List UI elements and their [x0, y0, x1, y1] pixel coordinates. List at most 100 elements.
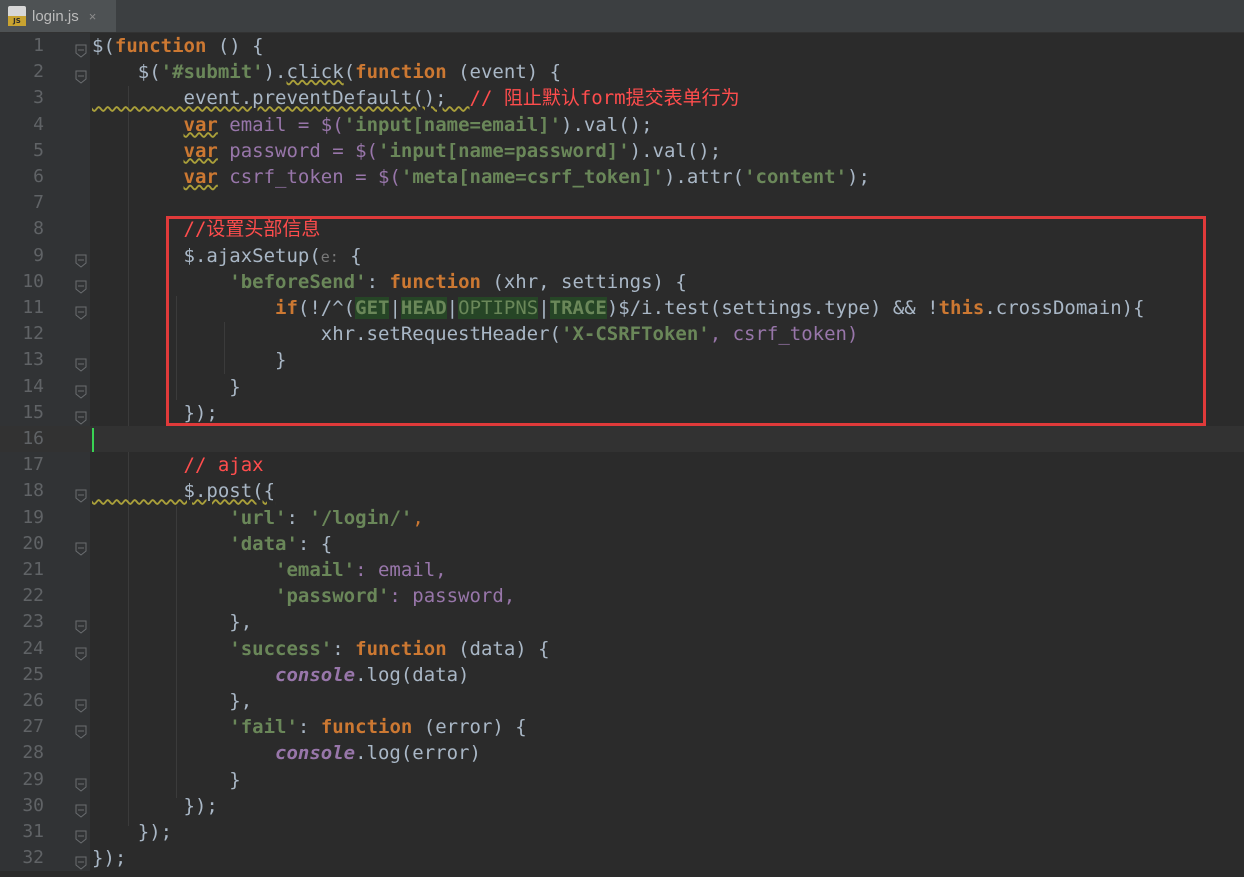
code-text: } [92, 347, 286, 373]
code-line[interactable]: 25 console.log(data) [0, 662, 1244, 688]
code-text: }, [92, 609, 252, 635]
code-token: console [275, 742, 356, 765]
code-token: }, [92, 611, 253, 634]
code-line[interactable]: 16 [0, 426, 1244, 452]
fold-marker-icon[interactable] [75, 249, 87, 268]
code-token: function [355, 637, 447, 660]
code-token: '/login/' [309, 506, 413, 529]
code-token: (error) { [412, 716, 527, 739]
line-number: 6 [33, 166, 44, 187]
code-line[interactable]: 32}); [0, 845, 1244, 871]
code-line[interactable]: 17 // ajax [0, 452, 1244, 478]
code-token: function [355, 61, 447, 84]
fold-marker-icon[interactable] [75, 65, 87, 84]
code-line[interactable]: 6 var csrf_token = $('meta[name=csrf_tok… [0, 164, 1244, 190]
fold-marker-icon[interactable] [75, 537, 87, 556]
code-line[interactable]: 24 'success': function (data) { [0, 636, 1244, 662]
fold-marker-icon[interactable] [75, 720, 87, 739]
fold-marker-icon[interactable] [75, 484, 87, 504]
code-line[interactable]: 3 event.preventDefault(); // 阻止默认form提交表… [0, 85, 1244, 111]
code-line[interactable]: 30 }); [0, 793, 1244, 819]
code-line[interactable]: 13 } [0, 347, 1244, 373]
code-text: 'url': '/login/', [92, 505, 424, 531]
line-number: 28 [22, 742, 44, 764]
line-number: 7 [33, 192, 44, 214]
code-line[interactable]: 8 //设置头部信息 [0, 216, 1244, 242]
code-text [92, 426, 94, 452]
code-token: (data) { [446, 637, 550, 660]
code-token: }); [92, 847, 127, 870]
code-line[interactable]: 11 if(!/^(GET|HEAD|OPTIPNS|TRACE)$/i.tes… [0, 295, 1244, 321]
line-number: 23 [22, 611, 44, 633]
code-text: console.log(data) [92, 662, 470, 688]
code-text: 'data': { [92, 531, 332, 557]
code-line[interactable]: 28 console.log(error) [0, 740, 1244, 766]
line-number: 12 [22, 323, 44, 345]
code-token: $( [92, 35, 115, 57]
code-line[interactable]: 15 }); [0, 400, 1244, 426]
code-token: // ajax [183, 454, 264, 477]
code-line[interactable]: 20 'data': { [0, 531, 1244, 557]
fold-marker-icon[interactable] [75, 301, 87, 320]
code-token: 'email' [275, 559, 356, 581]
fold-marker-icon[interactable] [75, 406, 87, 425]
code-token: .log(data) [355, 663, 470, 686]
code-line[interactable]: 18 $.post({ [0, 478, 1244, 504]
code-line[interactable]: 23 }, [0, 609, 1244, 635]
code-line[interactable]: 31 }); [0, 819, 1244, 845]
code-token: TRACE [549, 297, 607, 319]
tab-login-js[interactable]: JS login.js × [0, 0, 116, 32]
code-token: .log(error) [355, 742, 481, 765]
code-line[interactable]: 29 } [0, 767, 1244, 793]
code-line[interactable]: 5 var password = $('input[name=password]… [0, 138, 1244, 164]
fold-marker-icon[interactable] [75, 694, 87, 713]
code-line[interactable]: 1 $(function () { [0, 33, 1244, 59]
fold-marker-icon[interactable] [75, 773, 87, 792]
code-text: }); [92, 819, 172, 845]
code-line[interactable]: 2 $('#submit').click(function (event) { [0, 59, 1244, 85]
line-number: 27 [22, 716, 44, 738]
code-line[interactable]: 12 xhr.setRequestHeader('X-CSRFToken', c… [0, 321, 1244, 347]
code-text: }); [92, 845, 126, 871]
fold-marker-icon[interactable] [75, 380, 87, 399]
code-line[interactable]: 21 'email': email, [0, 557, 1244, 583]
code-token: } [92, 768, 241, 791]
code-line[interactable]: 27 'fail': function (error) { [0, 714, 1244, 740]
code-token: .crossDomain){ [984, 297, 1145, 319]
line-number: 10 [22, 270, 44, 292]
fold-marker-icon[interactable] [75, 825, 87, 844]
fold-marker-icon[interactable] [75, 353, 87, 373]
code-token: ).val(); [561, 113, 653, 136]
code-line[interactable]: 19 'url': '/login/', [0, 505, 1244, 531]
fold-marker-icon[interactable] [75, 39, 87, 58]
close-icon[interactable]: × [89, 9, 97, 24]
code-token: , csrf_token) [709, 323, 859, 346]
code-line[interactable]: 26 }, [0, 688, 1244, 714]
code-token: : [366, 270, 390, 293]
code-line[interactable]: 22 'password': password, [0, 583, 1244, 609]
line-number: 31 [22, 821, 44, 842]
code-token: $.post({ [92, 480, 276, 503]
fold-marker-icon[interactable] [75, 851, 87, 870]
code-token: 'fail' [229, 716, 298, 739]
code-token: : { [297, 532, 333, 555]
fold-marker-icon[interactable] [75, 615, 87, 635]
code-line[interactable]: 7 [0, 190, 1244, 216]
code-token: 'X-CSRFToken' [561, 323, 710, 346]
line-number: 19 [22, 506, 44, 528]
code-line[interactable]: 9 $.ajaxSetup(e: { [0, 243, 1244, 269]
code-token: 'beforeSend' [229, 270, 367, 293]
code-line[interactable]: 14 } [0, 374, 1244, 400]
fold-marker-icon[interactable] [75, 799, 87, 818]
fold-marker-icon[interactable] [75, 642, 87, 661]
code-line[interactable]: 4 var email = $('input[name=email]').val… [0, 112, 1244, 138]
code-line[interactable]: 10 'beforeSend': function (xhr, settings… [0, 269, 1244, 295]
fold-marker-icon[interactable] [75, 275, 87, 294]
code-text: }); [92, 793, 218, 819]
code-text: event.preventDefault(); // 阻止默认form提交表单行… [92, 85, 740, 111]
